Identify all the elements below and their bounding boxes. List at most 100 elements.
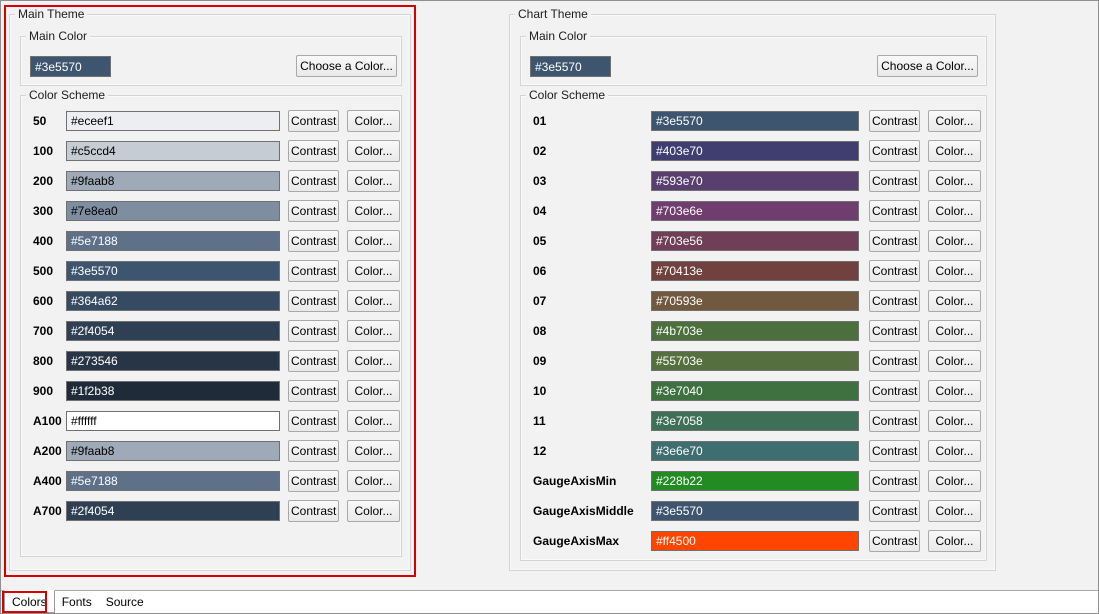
contrast-button[interactable]: Contrast	[288, 380, 339, 402]
color-button[interactable]: Color...	[347, 350, 400, 372]
color-value-field[interactable]: #ffffff	[66, 411, 280, 431]
contrast-button[interactable]: Contrast	[869, 320, 920, 342]
contrast-button[interactable]: Contrast	[288, 350, 339, 372]
color-value-field[interactable]: #3e5570	[651, 501, 859, 521]
contrast-button[interactable]: Contrast	[288, 440, 339, 462]
contrast-button[interactable]: Contrast	[869, 110, 920, 132]
tab-source[interactable]: Source	[99, 591, 151, 613]
contrast-button[interactable]: Contrast	[869, 140, 920, 162]
color-value-field[interactable]: #2f4054	[66, 321, 280, 341]
contrast-button[interactable]: Contrast	[869, 440, 920, 462]
main-color-field[interactable]: #3e5570	[30, 56, 111, 77]
contrast-button[interactable]: Contrast	[869, 410, 920, 432]
contrast-button[interactable]: Contrast	[869, 380, 920, 402]
color-row-label: GaugeAxisMin	[533, 474, 651, 488]
contrast-button[interactable]: Contrast	[869, 200, 920, 222]
color-button[interactable]: Color...	[347, 230, 400, 252]
color-value-field[interactable]: #5e7188	[66, 471, 280, 491]
contrast-button[interactable]: Contrast	[869, 470, 920, 492]
color-value-field[interactable]: #ff4500	[651, 531, 859, 551]
contrast-button[interactable]: Contrast	[869, 260, 920, 282]
color-value-field[interactable]: #703e56	[651, 231, 859, 251]
color-button[interactable]: Color...	[928, 230, 981, 252]
color-value-field[interactable]: #2f4054	[66, 501, 280, 521]
color-row-label: 900	[33, 384, 66, 398]
color-button[interactable]: Color...	[928, 500, 981, 522]
color-value-field[interactable]: #70413e	[651, 261, 859, 281]
color-button[interactable]: Color...	[347, 320, 400, 342]
tab-colors[interactable]: Colors	[4, 590, 55, 613]
color-button[interactable]: Color...	[928, 380, 981, 402]
color-value-field[interactable]: #228b22	[651, 471, 859, 491]
color-button[interactable]: Color...	[928, 170, 981, 192]
color-button[interactable]: Color...	[347, 290, 400, 312]
color-value-field[interactable]: #273546	[66, 351, 280, 371]
color-value-field[interactable]: #4b703e	[651, 321, 859, 341]
contrast-button[interactable]: Contrast	[288, 140, 339, 162]
color-value-field[interactable]: #9faab8	[66, 441, 280, 461]
color-hex-value: #55703e	[656, 354, 703, 368]
color-value-field[interactable]: #703e6e	[651, 201, 859, 221]
color-value-field[interactable]: #3e7040	[651, 381, 859, 401]
contrast-button[interactable]: Contrast	[288, 170, 339, 192]
color-button[interactable]: Color...	[347, 440, 400, 462]
color-button[interactable]: Color...	[928, 140, 981, 162]
color-button[interactable]: Color...	[347, 200, 400, 222]
color-button[interactable]: Color...	[928, 470, 981, 492]
choose-color-button[interactable]: Choose a Color...	[877, 55, 978, 77]
color-button[interactable]: Color...	[928, 350, 981, 372]
color-row-label: 01	[533, 114, 651, 128]
contrast-button[interactable]: Contrast	[869, 230, 920, 252]
color-button[interactable]: Color...	[928, 260, 981, 282]
color-value-field[interactable]: #5e7188	[66, 231, 280, 251]
contrast-button[interactable]: Contrast	[288, 230, 339, 252]
color-value-field[interactable]: #c5ccd4	[66, 141, 280, 161]
contrast-button[interactable]: Contrast	[869, 290, 920, 312]
contrast-button[interactable]: Contrast	[869, 530, 920, 552]
contrast-button[interactable]: Contrast	[869, 500, 920, 522]
main-color-field[interactable]: #3e5570	[530, 56, 611, 77]
contrast-button[interactable]: Contrast	[288, 260, 339, 282]
contrast-button[interactable]: Contrast	[288, 500, 339, 522]
tab-fonts[interactable]: Fonts	[55, 591, 99, 613]
contrast-button[interactable]: Contrast	[288, 200, 339, 222]
color-value-field[interactable]: #55703e	[651, 351, 859, 371]
color-button[interactable]: Color...	[347, 410, 400, 432]
contrast-button[interactable]: Contrast	[288, 320, 339, 342]
color-value-field[interactable]: #364a62	[66, 291, 280, 311]
color-button[interactable]: Color...	[928, 200, 981, 222]
color-button[interactable]: Color...	[347, 500, 400, 522]
color-value-field[interactable]: #7e8ea0	[66, 201, 280, 221]
color-button[interactable]: Color...	[347, 380, 400, 402]
choose-color-button[interactable]: Choose a Color...	[296, 55, 397, 77]
color-hex-value: #eceef1	[71, 114, 114, 128]
color-value-field[interactable]: #3e7058	[651, 411, 859, 431]
color-value-field[interactable]: #9faab8	[66, 171, 280, 191]
color-button[interactable]: Color...	[347, 140, 400, 162]
color-value-field[interactable]: #70593e	[651, 291, 859, 311]
color-button[interactable]: Color...	[928, 320, 981, 342]
color-value-field[interactable]: #3e6e70	[651, 441, 859, 461]
color-button[interactable]: Color...	[928, 290, 981, 312]
contrast-button[interactable]: Contrast	[288, 110, 339, 132]
color-button[interactable]: Color...	[928, 110, 981, 132]
color-value-field[interactable]: #1f2b38	[66, 381, 280, 401]
color-button[interactable]: Color...	[928, 530, 981, 552]
color-value-field[interactable]: #593e70	[651, 171, 859, 191]
contrast-button[interactable]: Contrast	[288, 470, 339, 492]
contrast-button[interactable]: Contrast	[288, 290, 339, 312]
color-value-field[interactable]: #403e70	[651, 141, 859, 161]
color-scheme-row: 10#3e7040ContrastColor...	[521, 376, 986, 406]
contrast-button[interactable]: Contrast	[869, 170, 920, 192]
color-value-field[interactable]: #3e5570	[651, 111, 859, 131]
color-button[interactable]: Color...	[347, 260, 400, 282]
color-button[interactable]: Color...	[347, 110, 400, 132]
color-button[interactable]: Color...	[347, 170, 400, 192]
contrast-button[interactable]: Contrast	[288, 410, 339, 432]
color-value-field[interactable]: #eceef1	[66, 111, 280, 131]
color-button[interactable]: Color...	[347, 470, 400, 492]
color-button[interactable]: Color...	[928, 410, 981, 432]
contrast-button[interactable]: Contrast	[869, 350, 920, 372]
color-value-field[interactable]: #3e5570	[66, 261, 280, 281]
color-button[interactable]: Color...	[928, 440, 981, 462]
